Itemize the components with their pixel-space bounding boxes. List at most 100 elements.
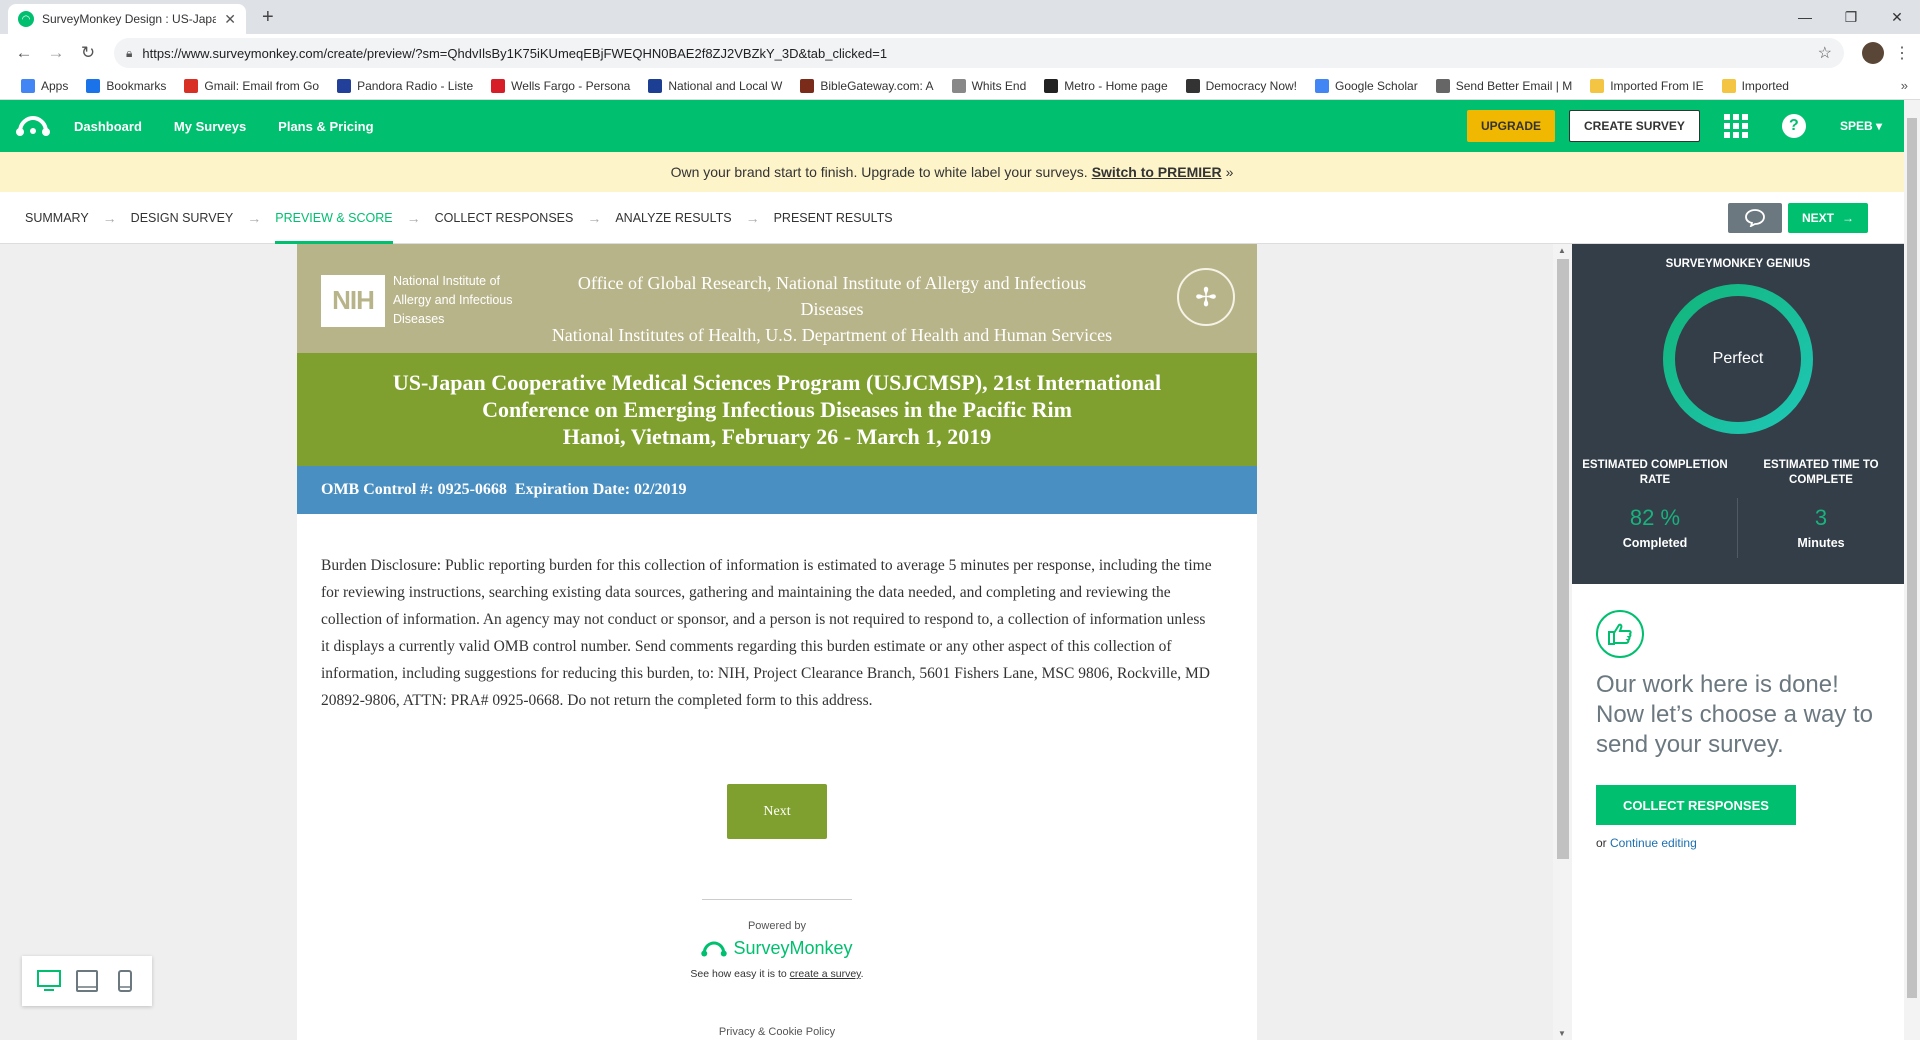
bookmark-item[interactable]: National and Local W (639, 78, 791, 93)
bookmark-item[interactable]: Democracy Now! (1177, 78, 1306, 93)
bookmark-label: BibleGateway.com: A (820, 78, 934, 93)
back-icon[interactable]: ← (10, 39, 38, 67)
step-summary[interactable]: SUMMARY (25, 192, 89, 244)
collect-responses-button[interactable]: COLLECT RESPONSES (1596, 785, 1796, 825)
upgrade-button[interactable]: UPGRADE (1467, 110, 1556, 142)
bookmark-item[interactable]: Pandora Radio - Liste (328, 78, 482, 93)
surveymonkey-logo-icon[interactable] (16, 114, 50, 138)
comment-button[interactable] (1727, 203, 1782, 233)
bookmark-item[interactable]: Wells Fargo - Persona (482, 78, 639, 93)
omb-bar: OMB Control #: 0925-0668 Expiration Date… (297, 466, 1257, 514)
preview-scroll-thumb[interactable] (1557, 259, 1569, 859)
profile-avatar[interactable] (1862, 42, 1884, 64)
thumbs-up-glyph (1608, 623, 1632, 645)
bookmark-label: Apps (41, 78, 69, 93)
continue-editing-link[interactable]: Continue editing (1610, 836, 1697, 850)
phone-icon[interactable] (112, 969, 138, 993)
privacy-policy-link[interactable]: Privacy & Cookie Policy (297, 1026, 1257, 1038)
step-design-survey[interactable]: DESIGN SURVEY (131, 192, 234, 244)
genius-panel: SURVEYMONKEY GENIUS Perfect ESTIMATED CO… (1572, 244, 1904, 584)
browser-tab[interactable]: ◠ SurveyMonkey Design : US-Japan ✕ (8, 4, 246, 34)
browser-tab-bar: ◠ SurveyMonkey Design : US-Japan ✕ + — ❐… (0, 0, 1920, 34)
user-menu[interactable]: SPEB ▾ (1840, 119, 1882, 133)
nih-header-banner: NIH National Institute of Allergy and In… (297, 244, 1257, 353)
bookmark-favicon-icon (1721, 78, 1736, 93)
browser-menu-icon[interactable]: ⋮ (1894, 43, 1910, 63)
comment-icon (1745, 209, 1765, 227)
step-analyze-results[interactable]: ANALYZE RESULTS (615, 192, 731, 244)
scroll-down-icon[interactable]: ▼ (1558, 1029, 1566, 1038)
completion-rate-sub: Completed (1622, 536, 1688, 550)
see-how-suffix: . (860, 968, 864, 980)
survey-next-button[interactable]: Next (727, 784, 827, 839)
bookmark-label: National and Local W (668, 78, 783, 93)
promo-text: Own your brand start to finish. Upgrade … (670, 164, 1088, 180)
bookmark-item[interactable]: Whits End (943, 78, 1036, 93)
bookmark-favicon-icon (1185, 78, 1200, 93)
bookmarks-more-icon[interactable]: » (1901, 78, 1908, 93)
bookmark-label: Wells Fargo - Persona (511, 78, 631, 93)
bookmark-favicon-icon (648, 78, 663, 93)
surveymonkey-favicon-icon: ◠ (18, 11, 34, 27)
device-preview-toggle (22, 956, 152, 1006)
close-window-icon[interactable]: ✕ (1874, 0, 1920, 34)
scroll-up-icon[interactable]: ▲ (1558, 246, 1566, 255)
nav-dashboard[interactable]: Dashboard (74, 119, 142, 134)
apps-grid-icon[interactable] (1723, 114, 1748, 138)
new-tab-icon[interactable]: + (262, 6, 274, 29)
bookmark-item[interactable]: Bookmarks (77, 78, 175, 93)
url-input[interactable]: 🔒︎ https://www.surveymonkey.com/create/p… (114, 38, 1844, 68)
survey-title-banner: US-Japan Cooperative Medical Sciences Pr… (297, 353, 1257, 466)
next-step-label: NEXT (1801, 211, 1834, 225)
tablet-icon[interactable] (74, 969, 100, 993)
step-preview-score[interactable]: PREVIEW & SCORE (275, 192, 393, 244)
next-step-button[interactable]: NEXT → (1787, 203, 1868, 233)
nav-my-surveys[interactable]: My Surveys (174, 119, 246, 134)
bookmark-label: Imported (1741, 78, 1789, 93)
step-present-results[interactable]: PRESENT RESULTS (774, 192, 893, 244)
nih-logo: NIH National Institute of Allergy and In… (321, 272, 513, 329)
burden-disclosure: Burden Disclosure: Public reporting burd… (321, 557, 1212, 709)
preview-scrollbar[interactable]: ▲ ▼ (1553, 244, 1572, 1040)
close-tab-icon[interactable]: ✕ (224, 11, 236, 28)
bookmark-star-icon[interactable]: ☆ (1818, 43, 1832, 63)
create-survey-link[interactable]: create a survey (790, 968, 861, 980)
nav-plans-pricing[interactable]: Plans & Pricing (278, 119, 373, 134)
nih-logo-text: National Institute of Allergy and Infect… (393, 274, 513, 326)
desktop-icon[interactable] (36, 969, 62, 993)
bookmark-item[interactable]: Imported (1713, 78, 1798, 93)
arrow-right-icon: → (102, 209, 117, 226)
bookmark-item[interactable]: Google Scholar (1306, 78, 1427, 93)
bookmark-item[interactable]: Imported From IE (1581, 78, 1712, 93)
page-scroll-thumb[interactable] (1907, 118, 1917, 998)
page-scrollbar[interactable] (1904, 100, 1920, 1040)
help-icon[interactable]: ? (1781, 114, 1806, 138)
bookmark-item[interactable]: Send Better Email | M (1427, 78, 1582, 93)
restore-icon[interactable]: ❐ (1828, 0, 1874, 34)
continue-editing-row: or Continue editing (1596, 836, 1697, 850)
footer-divider (702, 899, 852, 900)
bookmark-favicon-icon (1435, 78, 1450, 93)
chevron-down-icon: ▾ (1875, 119, 1882, 133)
step-navigation: SUMMARY → DESIGN SURVEY → PREVIEW & SCOR… (0, 192, 1904, 244)
bookmark-item[interactable]: Metro - Home page (1035, 78, 1176, 93)
switch-premier-link[interactable]: Switch to PREMIER (1092, 164, 1222, 180)
bookmark-item[interactable]: BibleGateway.com: A (791, 78, 942, 93)
reload-icon[interactable]: ↻ (74, 39, 102, 67)
step-collect-responses[interactable]: COLLECT RESPONSES (435, 192, 574, 244)
forward-icon[interactable]: → (42, 39, 70, 67)
surveymonkey-brand[interactable]: SurveyMonkey (297, 938, 1257, 959)
create-survey-button[interactable]: CREATE SURVEY (1569, 110, 1700, 142)
bookmark-item[interactable]: Gmail: Email from Go (175, 78, 328, 93)
minimize-icon[interactable]: — (1782, 0, 1828, 34)
office-line-1: Office of Global Research, National Inst… (577, 273, 1087, 319)
promo-link-suffix: » (1225, 164, 1234, 180)
powered-by-label: Powered by (747, 920, 807, 932)
bookmark-favicon-icon (800, 78, 815, 93)
bookmark-favicon-icon (86, 78, 101, 93)
next-steps-panel: Our work here is done! Now let’s choose … (1572, 584, 1904, 1040)
hhs-seal-icon: ✢ (1177, 268, 1235, 326)
arrow-right-icon: → (406, 209, 421, 226)
arrow-right-icon: → (745, 209, 760, 226)
bookmark-item[interactable]: Apps (12, 78, 77, 93)
